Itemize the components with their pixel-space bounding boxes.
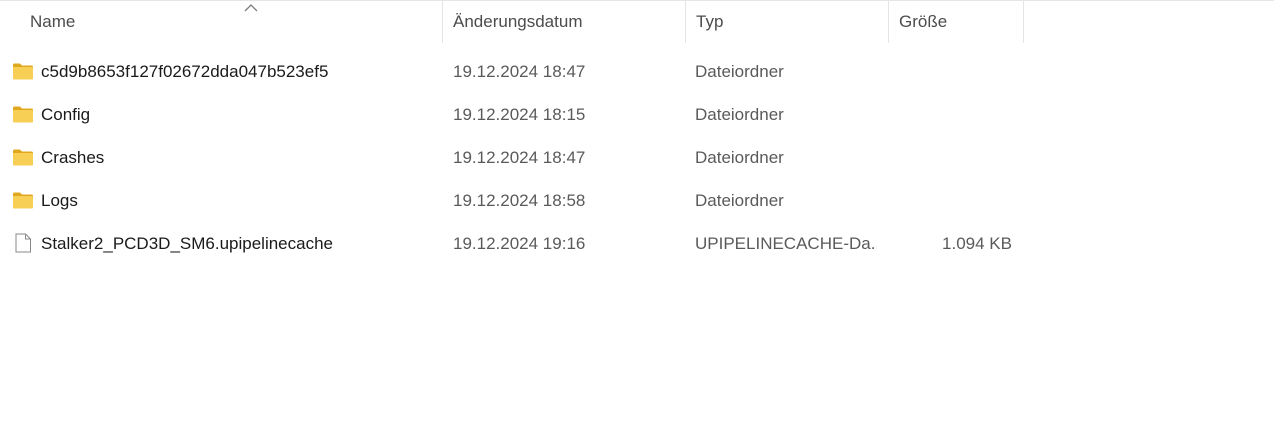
file-date: 19.12.2024 18:47 xyxy=(453,62,586,81)
sort-ascending-icon xyxy=(244,4,258,12)
file-type: Dateiordner xyxy=(695,148,784,167)
file-type: Dateiordner xyxy=(695,105,784,124)
column-header-date[interactable]: Änderungsdatum xyxy=(443,1,686,43)
file-type: Dateiordner xyxy=(695,62,784,81)
column-header-name-label: Name xyxy=(30,12,76,31)
file-row[interactable]: Config 19.12.2024 18:15 Dateiordner xyxy=(0,93,1274,136)
file-date: 19.12.2024 18:15 xyxy=(453,105,586,124)
column-header-date-label: Änderungsdatum xyxy=(453,12,583,31)
folder-icon xyxy=(13,149,33,166)
file-row[interactable]: Stalker2_PCD3D_SM6.upipelinecache 19.12.… xyxy=(0,222,1274,265)
file-size xyxy=(890,136,1012,179)
file-size xyxy=(890,93,1012,136)
file-row[interactable]: c5d9b8653f127f02672dda047b523ef5 19.12.2… xyxy=(0,50,1274,93)
column-header-type-label: Typ xyxy=(696,12,724,31)
column-separator[interactable] xyxy=(1023,1,1024,43)
file-name: Logs xyxy=(41,191,78,210)
file-name: c5d9b8653f127f02672dda047b523ef5 xyxy=(41,62,329,81)
column-header-type[interactable]: Typ xyxy=(686,1,889,43)
column-header-bar: Name Änderungsdatum Typ Größe xyxy=(0,1,1274,43)
file-date: 19.12.2024 18:47 xyxy=(453,148,586,167)
folder-icon xyxy=(13,106,33,123)
file-size xyxy=(890,50,1012,93)
file-row[interactable]: Crashes 19.12.2024 18:47 Dateiordner xyxy=(0,136,1274,179)
column-header-size[interactable]: Größe xyxy=(889,1,1024,43)
column-header-name[interactable]: Name xyxy=(20,1,443,43)
folder-icon xyxy=(13,192,33,209)
folder-icon xyxy=(13,63,33,80)
file-date: 19.12.2024 18:58 xyxy=(453,191,586,210)
file-name: Crashes xyxy=(41,148,105,167)
column-header-size-label: Größe xyxy=(899,12,948,31)
file-icon xyxy=(15,233,31,253)
file-name: Config xyxy=(41,105,91,124)
file-name: Stalker2_PCD3D_SM6.upipelinecache xyxy=(41,234,333,253)
file-type: Dateiordner xyxy=(695,191,784,210)
file-size xyxy=(890,179,1012,222)
file-type: UPIPELINECACHE-Da... xyxy=(695,234,877,253)
file-row[interactable]: Logs 19.12.2024 18:58 Dateiordner xyxy=(0,179,1274,222)
file-date: 19.12.2024 19:16 xyxy=(453,234,586,253)
file-size: 1.094 KB xyxy=(942,234,1012,253)
